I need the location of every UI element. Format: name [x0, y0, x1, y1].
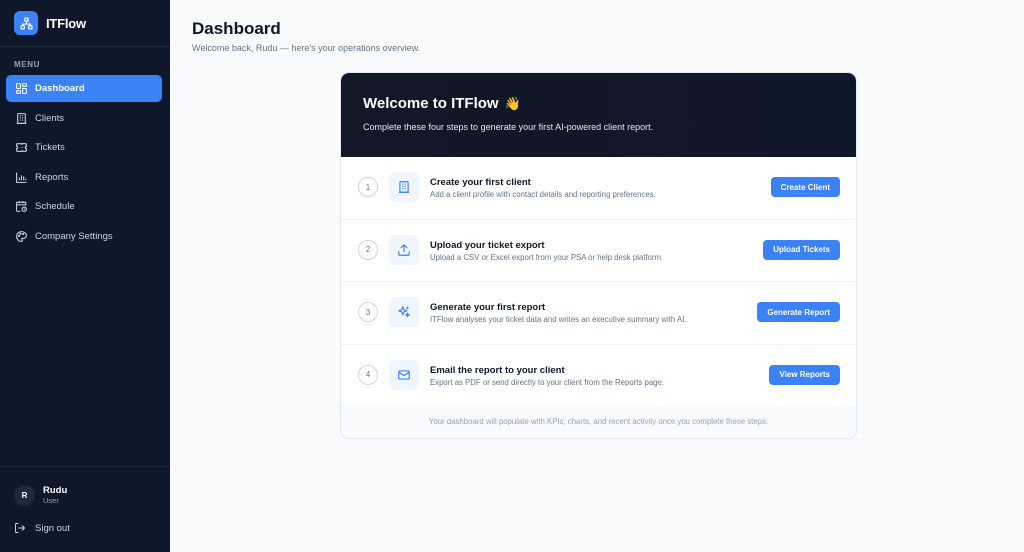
- sidebar: ITFlow MENU Dashboard Clients Tickets Re…: [0, 0, 170, 552]
- sign-out-button[interactable]: Sign out: [14, 522, 70, 534]
- ticket-icon: [15, 141, 28, 154]
- welcome-card-header: Welcome to ITFlow 👋 Complete these four …: [341, 73, 856, 157]
- sidebar-item-label: Reports: [35, 171, 69, 183]
- sidebar-item-reports[interactable]: Reports: [6, 164, 162, 191]
- user-role: User: [43, 496, 59, 505]
- step-title: Create your first client: [430, 177, 531, 188]
- logout-icon: [15, 523, 26, 533]
- brand-name: ITFlow: [46, 15, 86, 31]
- view-reports-button[interactable]: View Reports: [769, 364, 840, 385]
- onboarding-step: 1 Create your first client Add a client …: [341, 157, 856, 220]
- create-client-button[interactable]: Create Client: [770, 177, 840, 197]
- user-name: Rudu: [43, 485, 68, 496]
- sidebar-item-tickets[interactable]: Tickets: [6, 134, 162, 161]
- step-description: Export as PDF or send directly to your c…: [430, 377, 665, 387]
- sidebar-item-label: Dashboard: [35, 83, 85, 94]
- upload-icon: [389, 234, 419, 265]
- mail-icon: [389, 359, 419, 390]
- step-description: Add a client profile with contact detail…: [430, 190, 656, 199]
- user-profile[interactable]: R Rudu User: [14, 485, 67, 506]
- step-description: Upload a CSV or Excel export from your P…: [430, 252, 664, 262]
- sidebar-item-schedule[interactable]: Schedule: [6, 193, 162, 220]
- welcome-title: Welcome to ITFlow: [363, 95, 499, 112]
- sidebar-item-label: Clients: [35, 112, 65, 124]
- sidebar-item-label: Company Settings: [35, 230, 113, 242]
- calendar-clock-icon: [15, 200, 28, 213]
- step-title: Generate your first report: [430, 302, 546, 313]
- palette-icon: [15, 230, 28, 243]
- page-title: Dashboard: [192, 19, 281, 38]
- sidebar-item-clients[interactable]: Clients: [6, 105, 162, 132]
- step-description: ITFlow analyses your ticket data and wri…: [430, 315, 687, 324]
- step-title: Email the report to your client: [430, 364, 565, 376]
- welcome-card: Welcome to ITFlow 👋 Complete these four …: [340, 72, 857, 439]
- avatar: R: [14, 485, 35, 506]
- onboarding-step: 4 Email the report to your client Export…: [341, 345, 856, 407]
- welcome-card-footer: Your dashboard will populate with KPIs, …: [341, 405, 856, 438]
- page-subtitle: Welcome back, Rudu — here's your operati…: [192, 43, 421, 53]
- sidebar-nav: Dashboard Clients Tickets Reports Schedu…: [6, 75, 162, 253]
- network-logo-icon: [14, 11, 38, 35]
- waving-hand-icon: 👋: [504, 95, 521, 111]
- sidebar-item-label: Schedule: [35, 201, 75, 213]
- sidebar-item-label: Tickets: [35, 142, 65, 154]
- upload-tickets-button[interactable]: Upload Tickets: [763, 239, 840, 260]
- step-number: 1: [358, 177, 378, 197]
- step-number: 3: [358, 302, 378, 322]
- step-title: Upload your ticket export: [430, 239, 545, 251]
- sidebar-item-dashboard[interactable]: Dashboard: [6, 75, 162, 102]
- step-number: 4: [358, 364, 378, 385]
- sidebar-footer: R Rudu User Sign out: [0, 466, 170, 552]
- grid-icon: [15, 82, 28, 95]
- onboarding-step: 3 Generate your first report ITFlow anal…: [341, 282, 856, 345]
- sidebar-item-company-settings[interactable]: Company Settings: [6, 223, 162, 250]
- onboarding-step: 2 Upload your ticket export Upload a CSV…: [341, 220, 856, 282]
- welcome-subtitle: Complete these four steps to generate yo…: [363, 122, 654, 132]
- sparkles-icon: [389, 297, 419, 327]
- generate-report-button[interactable]: Generate Report: [757, 302, 840, 322]
- building-icon: [389, 172, 419, 202]
- main-content: Dashboard Welcome back, Rudu — here's yo…: [170, 0, 1024, 552]
- step-number: 2: [358, 239, 378, 260]
- building-icon: [15, 112, 28, 125]
- sign-out-label: Sign out: [35, 522, 70, 534]
- brand[interactable]: ITFlow: [0, 0, 170, 47]
- menu-label: MENU: [14, 60, 40, 69]
- bar-chart-icon: [15, 171, 28, 184]
